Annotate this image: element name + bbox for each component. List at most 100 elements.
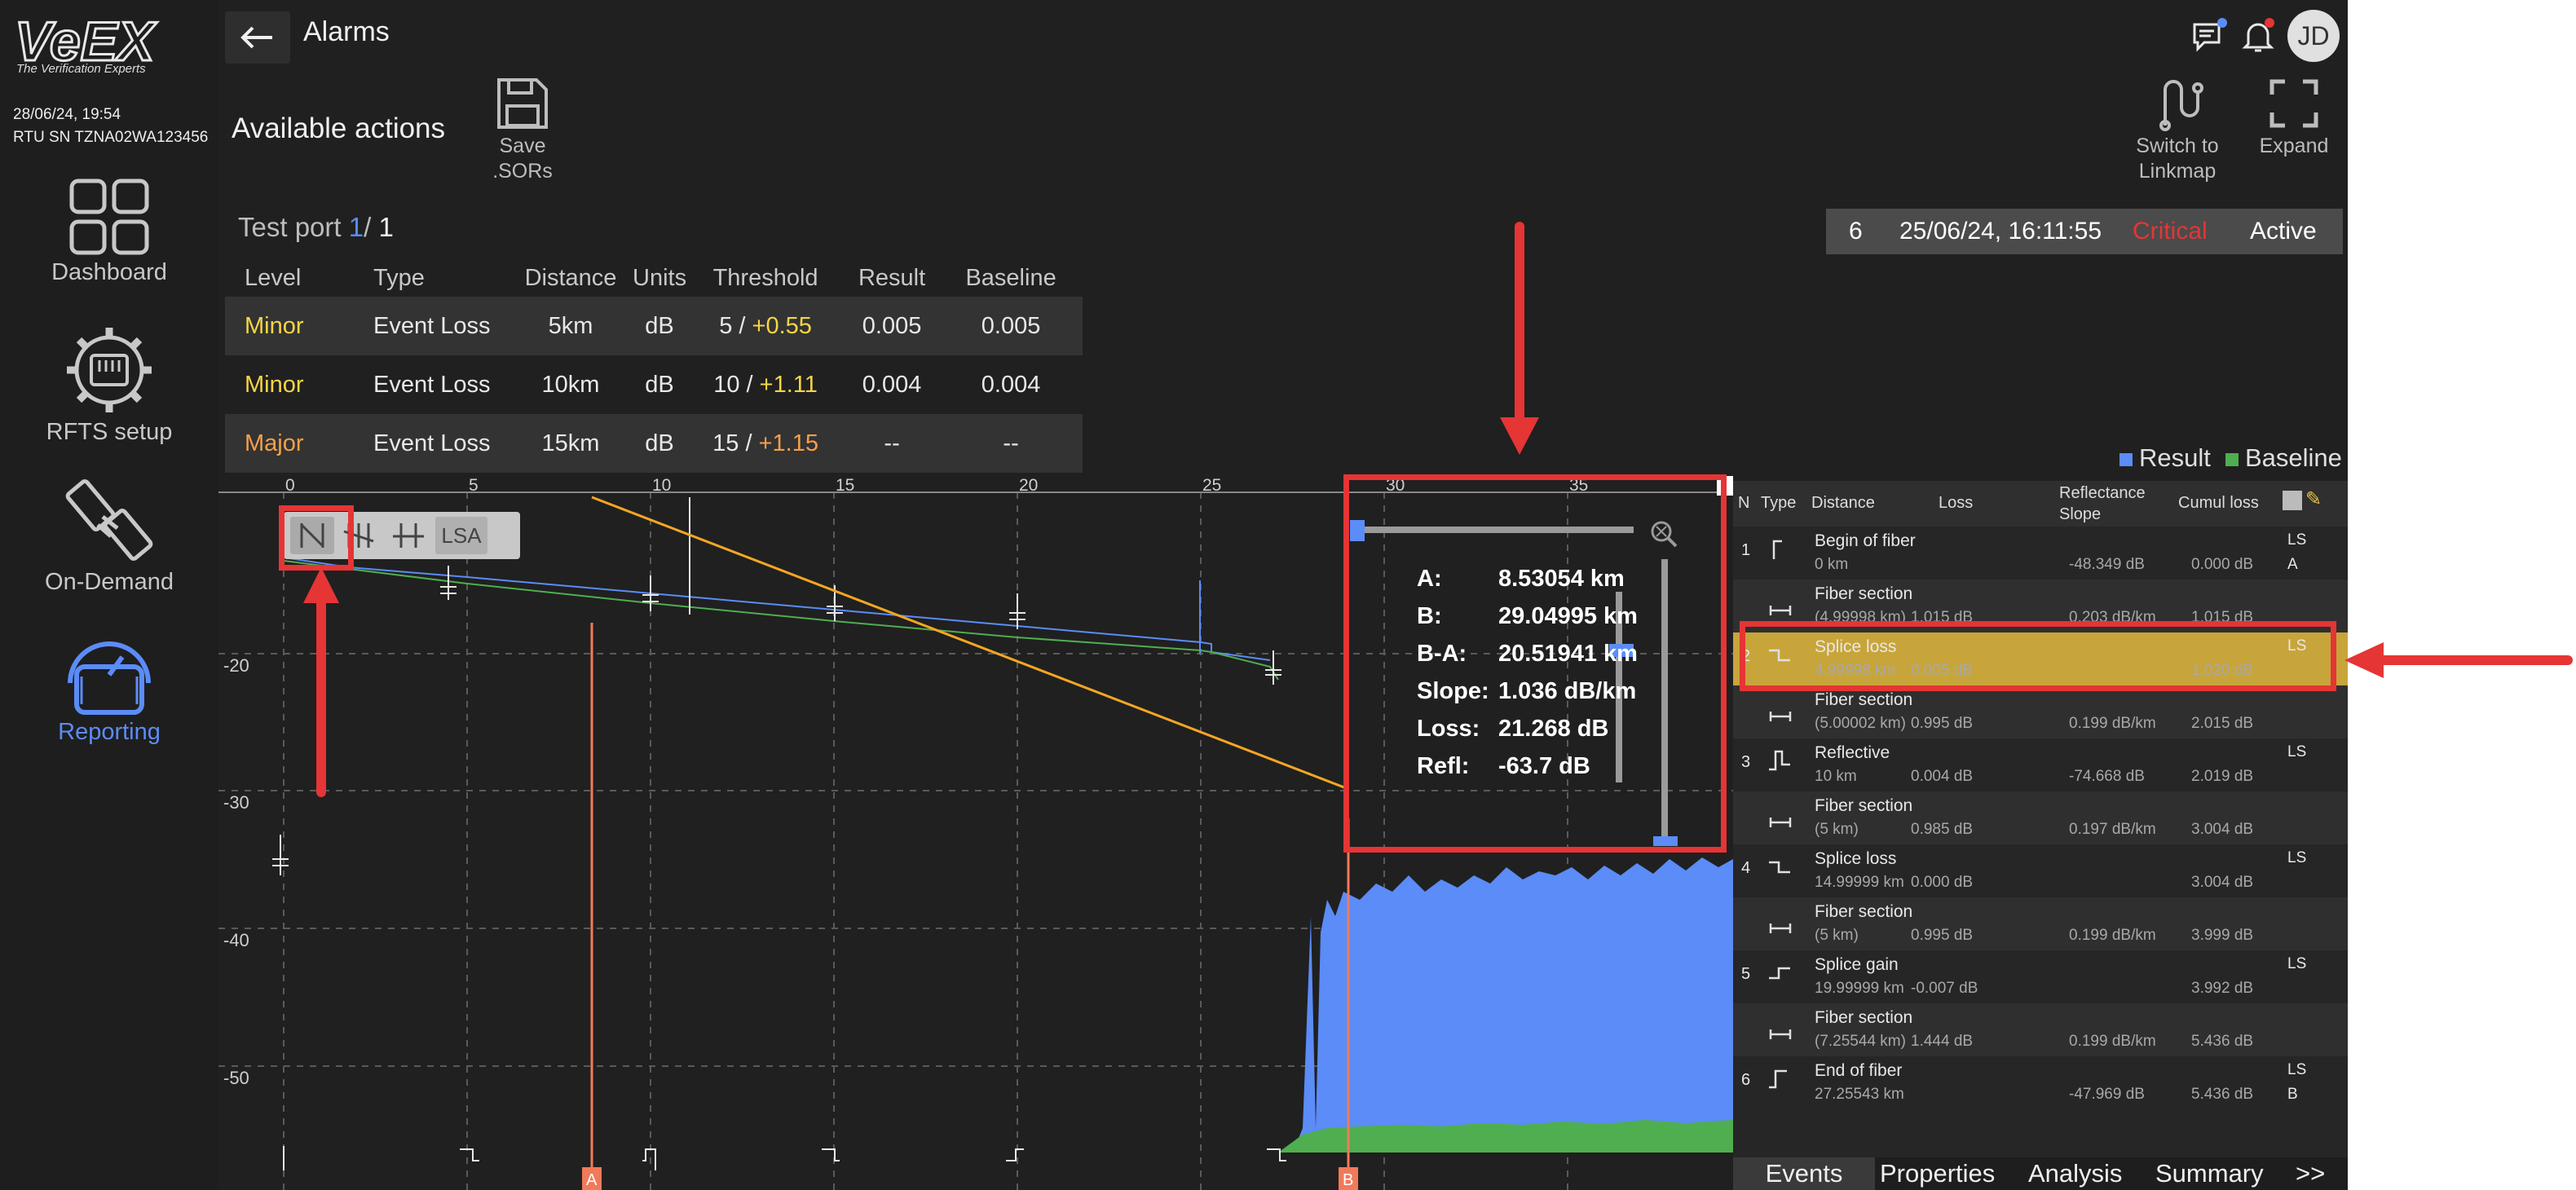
logo-tagline: The Verification Experts xyxy=(16,62,146,76)
event-cumul-loss: 2.019 dB xyxy=(2191,768,2254,785)
event-row[interactable]: Fiber section (5.00002 km) 0.995 dB 0.199 d… xyxy=(1733,685,2348,738)
tab-summary[interactable]: Summary xyxy=(2155,1157,2264,1190)
level-cell: Minor xyxy=(245,371,304,398)
event-row[interactable]: 3 Reflective 10 km 0.004 dB -74.668 dB 2.019 … xyxy=(1733,738,2348,791)
app-window: VeEX The Verification Experts 28/06/24, … xyxy=(0,0,2348,1190)
test-port-separator: / xyxy=(364,212,372,242)
units-cell: dB xyxy=(633,414,687,473)
table-row[interactable]: Major Event Loss 15km dB 15 / +1.15 -- -… xyxy=(225,414,1083,473)
legend-baseline: Baseline xyxy=(2225,443,2342,473)
distance-cell: 10km xyxy=(541,371,600,398)
event-row[interactable]: 5 Splice gain 19.99999 km -0.007 dB 3.992 dB… xyxy=(1733,950,2348,1003)
baseline-swatch xyxy=(2225,452,2239,466)
fiber-link-icon xyxy=(2159,80,2203,131)
tab-events[interactable]: Events xyxy=(1733,1157,1875,1190)
threshold-header-row: Level Type Distance Units Threshold Resu… xyxy=(225,259,1083,297)
event-name: Begin of fiber xyxy=(1815,531,1916,550)
export-icon[interactable] xyxy=(2283,491,2302,510)
chat-icon[interactable] xyxy=(2191,18,2227,54)
rtu-serial-label: RTU SN TZNA02WA123456 xyxy=(13,129,209,146)
legend-result: Result xyxy=(2119,443,2211,473)
event-reflectance: -74.668 dB xyxy=(2069,768,2145,785)
event-end-marker: A xyxy=(2287,556,2298,573)
event-distance: 27.25543 km xyxy=(1815,1086,1904,1103)
x-tick-25: 25 xyxy=(1202,476,1221,495)
event-row[interactable]: Fiber section (5 km) 0.995 dB 0.199 dB/km 3.… xyxy=(1733,897,2348,950)
baseline-cell: -- xyxy=(939,414,1083,473)
save-sub-label: .SORs xyxy=(492,160,553,183)
event-markers xyxy=(272,497,1286,1170)
expand-button[interactable]: Expand xyxy=(2247,75,2341,159)
event-loss: 0.995 dB xyxy=(1911,715,1974,732)
bell-icon[interactable] xyxy=(2240,18,2276,54)
available-actions-heading: Available actions xyxy=(232,112,446,144)
on-demand-icon xyxy=(65,479,153,561)
event-distance: 14.99999 km xyxy=(1815,874,1904,891)
y-tick-minus20: -20 xyxy=(223,655,249,676)
x-tick-5: 5 xyxy=(469,476,479,495)
avatar[interactable]: JD xyxy=(2287,10,2340,62)
event-reflectance: 0.199 dB/km xyxy=(2069,715,2156,732)
table-row[interactable]: Minor Event Loss 5km dB 5 / +0.55 0.005 … xyxy=(225,297,1083,355)
event-distance: 0 km xyxy=(1815,556,1849,573)
sidebar-item-rfts-setup[interactable]: RFTS setup xyxy=(0,324,218,446)
threshold-base: 10 / xyxy=(713,371,760,398)
fiber-section-icon xyxy=(1769,712,1792,721)
event-row[interactable]: Fiber section (7.25544 km) 1.444 dB 0.199 d… xyxy=(1733,1003,2348,1056)
begin-of-fiber-icon xyxy=(1772,540,1782,559)
floppy-disk-icon xyxy=(497,78,548,129)
event-loss: 1.444 dB xyxy=(1911,1033,1974,1050)
event-loss: 0.985 dB xyxy=(1911,821,1974,838)
sidebar-item-reporting[interactable]: Reporting xyxy=(0,626,218,746)
sidebar-item-label: Reporting xyxy=(58,719,161,745)
event-row[interactable]: 4 Splice loss 14.99999 km 0.000 dB 3.004 dB L… xyxy=(1733,844,2348,897)
reflectance-icon xyxy=(393,523,424,548)
save-label: Save xyxy=(499,134,546,157)
type-cell: Event Loss xyxy=(351,414,509,473)
event-reflectance: 0.199 dB/km xyxy=(2069,927,2156,944)
alarm-status-bar: 6 25/06/24, 16:11:55 Critical Active xyxy=(1826,209,2343,254)
event-cumul-loss: 3.992 dB xyxy=(2191,980,2254,997)
back-button[interactable] xyxy=(225,11,290,64)
col-type: Type xyxy=(1761,494,1797,512)
event-cumul-loss: 5.436 dB xyxy=(2191,1033,2254,1050)
splice-loss-icon xyxy=(1769,861,1790,874)
reflectance-tool-button[interactable] xyxy=(386,517,430,554)
legend-baseline-label: Baseline xyxy=(2245,443,2342,472)
threshold-cell: 10 / +1.11 xyxy=(686,355,845,414)
lsa-button[interactable]: LSA xyxy=(435,517,487,554)
test-port-text: Test port xyxy=(238,212,342,242)
table-row[interactable]: Minor Event Loss 10km dB 10 / +1.11 0.00… xyxy=(225,355,1083,414)
type-cell: Event Loss xyxy=(373,371,491,398)
fiber-section-icon xyxy=(1769,923,1792,933)
event-row[interactable]: 1 Begin of fiber 0 km -48.349 dB 0.000 dB LS A xyxy=(1733,527,2348,580)
event-name: Fiber section xyxy=(1815,1008,1913,1027)
y-tick-labels: -20 -30 -40 -50 xyxy=(223,655,249,1088)
pencil-icon[interactable]: ✎ xyxy=(2305,487,2322,511)
sidebar-item-label: RFTS setup xyxy=(46,419,173,445)
event-row[interactable]: Fiber section (5 km) 0.985 dB 0.197 dB/km 3.… xyxy=(1733,791,2348,844)
dashboard-grid-icon xyxy=(69,178,149,255)
save-sors-button[interactable]: Save .SORs xyxy=(484,75,561,184)
event-name: Splice gain xyxy=(1815,955,1899,974)
tab-properties[interactable]: Properties xyxy=(1880,1157,1995,1190)
units-cell: dB xyxy=(633,297,687,355)
event-name: Fiber section xyxy=(1815,584,1913,603)
col-units: Units xyxy=(633,264,687,291)
event-cumul-loss: 5.436 dB xyxy=(2191,1086,2254,1103)
event-cumul-loss: 3.999 dB xyxy=(2191,927,2254,944)
sidebar-item-on-demand[interactable]: On-Demand xyxy=(0,474,218,596)
sidebar-item-dashboard[interactable]: Dashboard xyxy=(0,178,218,286)
event-name: Fiber section xyxy=(1815,796,1913,815)
tab-analysis[interactable]: Analysis xyxy=(2028,1157,2122,1190)
event-distance: (5 km) xyxy=(1815,821,1859,838)
event-cumul-loss: 0.000 dB xyxy=(2191,556,2254,573)
event-end-marker: B xyxy=(2287,1086,2298,1103)
switch-label: Switch to xyxy=(2136,134,2219,157)
event-reflectance: 0.197 dB/km xyxy=(2069,821,2156,838)
switch-to-linkmap-button[interactable]: Switch to Linkmap xyxy=(2124,75,2230,184)
tab-more[interactable]: >> xyxy=(2296,1157,2325,1190)
event-row[interactable]: 6 End of fiber 27.25543 km -47.969 dB 5.436 … xyxy=(1733,1056,2348,1109)
event-distance: (7.25544 km) xyxy=(1815,1033,1906,1050)
event-reflectance: 0.199 dB/km xyxy=(2069,1033,2156,1050)
